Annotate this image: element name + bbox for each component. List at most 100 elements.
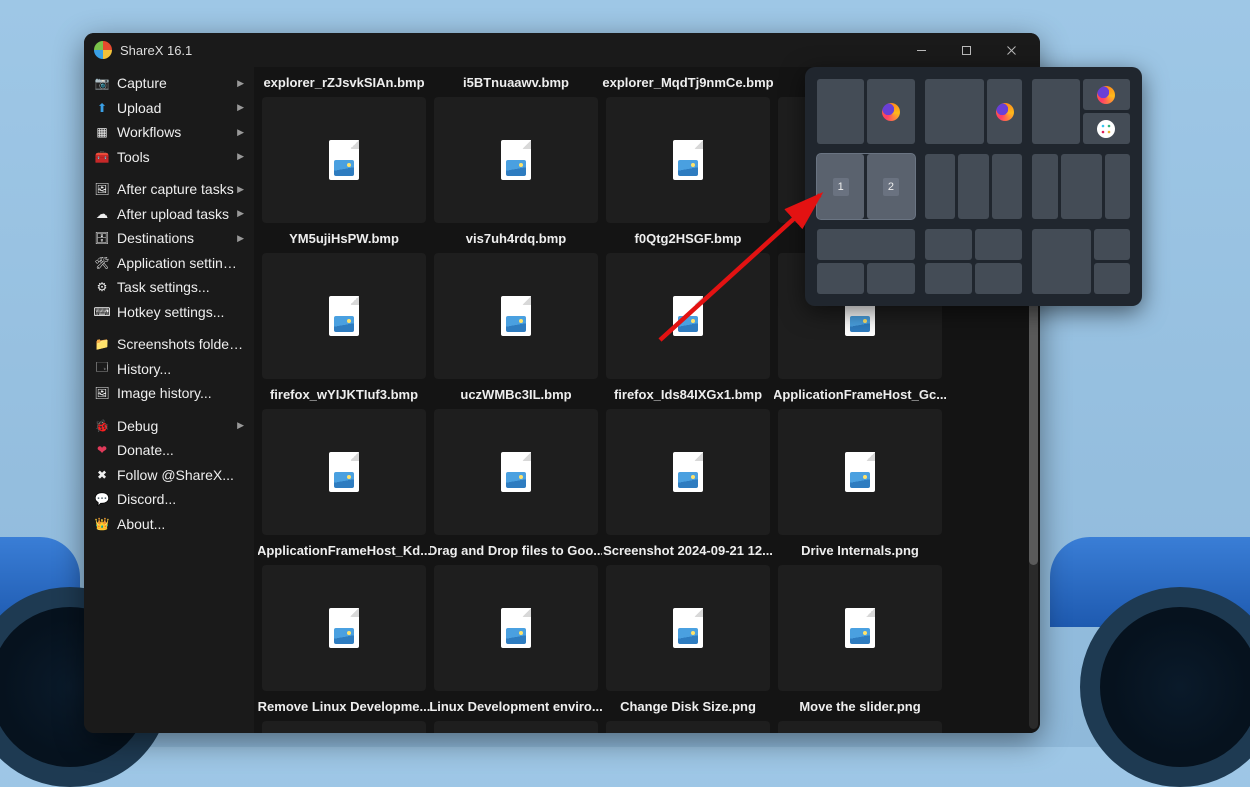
thumbnail[interactable] xyxy=(778,565,942,691)
snap-layout-thirds[interactable] xyxy=(925,154,1023,219)
thumbnail[interactable] xyxy=(434,253,598,379)
thumbnail[interactable] xyxy=(434,721,598,733)
history-item[interactable]: Linux Development enviro... xyxy=(430,691,602,733)
snap-layouts-flyout[interactable]: 1 2 xyxy=(805,67,1142,306)
snap-cell[interactable] xyxy=(1094,229,1130,260)
snap-cell[interactable] xyxy=(925,154,956,219)
history-item[interactable]: Screenshot 2024-09-21 12... xyxy=(602,535,774,691)
snap-cell[interactable] xyxy=(987,79,1022,144)
snap-cell[interactable] xyxy=(1083,79,1130,110)
after-capture-icon: 🖼 xyxy=(94,182,110,196)
file-name: Move the slider.png xyxy=(774,691,946,721)
snap-cell[interactable] xyxy=(1032,79,1079,144)
thumbnail[interactable] xyxy=(778,409,942,535)
menu-donate[interactable]: ❤Donate... xyxy=(84,438,254,463)
bug-icon: 🐞 xyxy=(94,419,110,433)
thumbnail[interactable] xyxy=(606,565,770,691)
menu-label: Hotkey settings... xyxy=(117,304,244,320)
thumbnail[interactable] xyxy=(606,409,770,535)
snap-layout-2x2[interactable] xyxy=(925,229,1023,294)
menu-tools[interactable]: 🧰Tools▶ xyxy=(84,145,254,170)
thumbnail[interactable] xyxy=(262,253,426,379)
menu-destinations[interactable]: 🗄Destinations▶ xyxy=(84,226,254,251)
history-item[interactable]: Drag and Drop files to Goo... xyxy=(430,535,602,691)
menu-workflows[interactable]: ▦Workflows▶ xyxy=(84,120,254,145)
snap-cell[interactable] xyxy=(992,154,1023,219)
snap-cell[interactable] xyxy=(867,79,914,144)
chevron-right-icon: ▶ xyxy=(237,208,244,219)
history-item[interactable]: firefox_wYIJKTIuf3.bmp xyxy=(258,379,430,535)
history-item[interactable]: Move the slider.png xyxy=(774,691,946,733)
thumbnail[interactable] xyxy=(262,721,426,733)
snap-cell[interactable] xyxy=(1032,229,1090,294)
minimize-button[interactable] xyxy=(899,33,944,67)
menu-after-capture-tasks[interactable]: 🖼 After capture tasks▶ xyxy=(84,177,254,202)
image-file-icon xyxy=(845,608,875,648)
thumbnail[interactable] xyxy=(434,97,598,223)
menu-debug[interactable]: 🐞Debug▶ xyxy=(84,414,254,439)
thumbnail[interactable] xyxy=(262,97,426,223)
thumbnail[interactable] xyxy=(606,721,770,733)
snap-cell[interactable] xyxy=(1061,154,1102,219)
menu-follow-sharex[interactable]: ✖Follow @ShareX... xyxy=(84,463,254,488)
snap-cell[interactable] xyxy=(925,263,972,294)
snap-layout-stack-left[interactable] xyxy=(1032,229,1130,294)
menu-label: After capture tasks xyxy=(117,181,237,197)
menu-image-history[interactable]: 🖼Image history... xyxy=(84,381,254,406)
thumbnail[interactable] xyxy=(262,409,426,535)
chevron-right-icon: ▶ xyxy=(237,420,244,431)
history-item[interactable]: Drive Internals.png xyxy=(774,535,946,691)
menu-label: Follow @ShareX... xyxy=(117,467,244,483)
menu-label: Tools xyxy=(117,149,237,165)
menu-label: Workflows xyxy=(117,124,237,140)
menu-history[interactable]: 🗔History... xyxy=(84,357,254,382)
snap-cell[interactable] xyxy=(925,229,972,260)
maximize-button[interactable] xyxy=(944,33,989,67)
history-item[interactable]: ApplicationFrameHost_Gc... xyxy=(774,379,946,535)
history-item[interactable]: firefox_Ids84IXGx1.bmp xyxy=(602,379,774,535)
menu-screenshots-folder[interactable]: 📁Screenshots folder... xyxy=(84,332,254,357)
menu-discord[interactable]: 💬Discord... xyxy=(84,487,254,512)
close-button[interactable] xyxy=(989,33,1034,67)
menu-after-upload-tasks[interactable]: ☁After upload tasks▶ xyxy=(84,202,254,227)
menu-capture[interactable]: 📷Capture▶ xyxy=(84,71,254,96)
thumbnail[interactable] xyxy=(778,721,942,733)
thumbnail[interactable] xyxy=(262,565,426,691)
title-bar[interactable]: ShareX 16.1 xyxy=(84,33,1040,67)
sharex-logo-icon xyxy=(94,41,112,59)
snap-cell[interactable]: 2 xyxy=(867,154,914,219)
snap-cell[interactable] xyxy=(925,79,985,144)
snap-cell[interactable] xyxy=(958,154,989,219)
chevron-right-icon: ▶ xyxy=(237,184,244,195)
thumbnail[interactable] xyxy=(434,409,598,535)
history-item[interactable]: Change Disk Size.png xyxy=(602,691,774,733)
menu-task-settings[interactable]: ⚙Task settings... xyxy=(84,275,254,300)
snap-layout-255025[interactable] xyxy=(1032,154,1130,219)
menu-label: Image history... xyxy=(117,385,244,401)
snap-cell[interactable] xyxy=(975,263,1022,294)
upload-icon: ⬆ xyxy=(94,101,110,115)
history-item[interactable]: ApplicationFrameHost_Kd... xyxy=(258,535,430,691)
history-item[interactable]: i5BTnuaawv.bmp xyxy=(430,67,602,223)
snap-cell[interactable] xyxy=(1032,154,1057,219)
thumbnail[interactable] xyxy=(434,565,598,691)
snap-cell[interactable] xyxy=(1083,113,1130,144)
menu-upload[interactable]: ⬆Upload▶ xyxy=(84,96,254,121)
history-item[interactable]: Remove Linux Developme... xyxy=(258,691,430,733)
menu-application-settings[interactable]: 🛠Application settings... xyxy=(84,251,254,276)
snap-layout-1-2stack[interactable] xyxy=(1032,79,1130,144)
menu-about[interactable]: 👑About... xyxy=(84,512,254,537)
history-item[interactable]: YM5ujiHsPW.bmp xyxy=(258,223,430,379)
snap-layout-5050[interactable] xyxy=(817,79,915,144)
snap-cell[interactable] xyxy=(1105,154,1130,219)
snap-cell[interactable] xyxy=(975,229,1022,260)
file-name: YM5ujiHsPW.bmp xyxy=(258,223,430,253)
menu-hotkey-settings[interactable]: ⌨Hotkey settings... xyxy=(84,300,254,325)
snap-cell[interactable] xyxy=(867,263,914,294)
snap-cell[interactable] xyxy=(817,79,864,144)
snap-layout-7030[interactable] xyxy=(925,79,1023,144)
history-item[interactable]: uczWMBc3IL.bmp xyxy=(430,379,602,535)
history-item[interactable]: explorer_rZJsvkSIAn.bmp xyxy=(258,67,430,223)
snap-cell[interactable] xyxy=(1094,263,1130,294)
history-item[interactable]: vis7uh4rdq.bmp xyxy=(430,223,602,379)
